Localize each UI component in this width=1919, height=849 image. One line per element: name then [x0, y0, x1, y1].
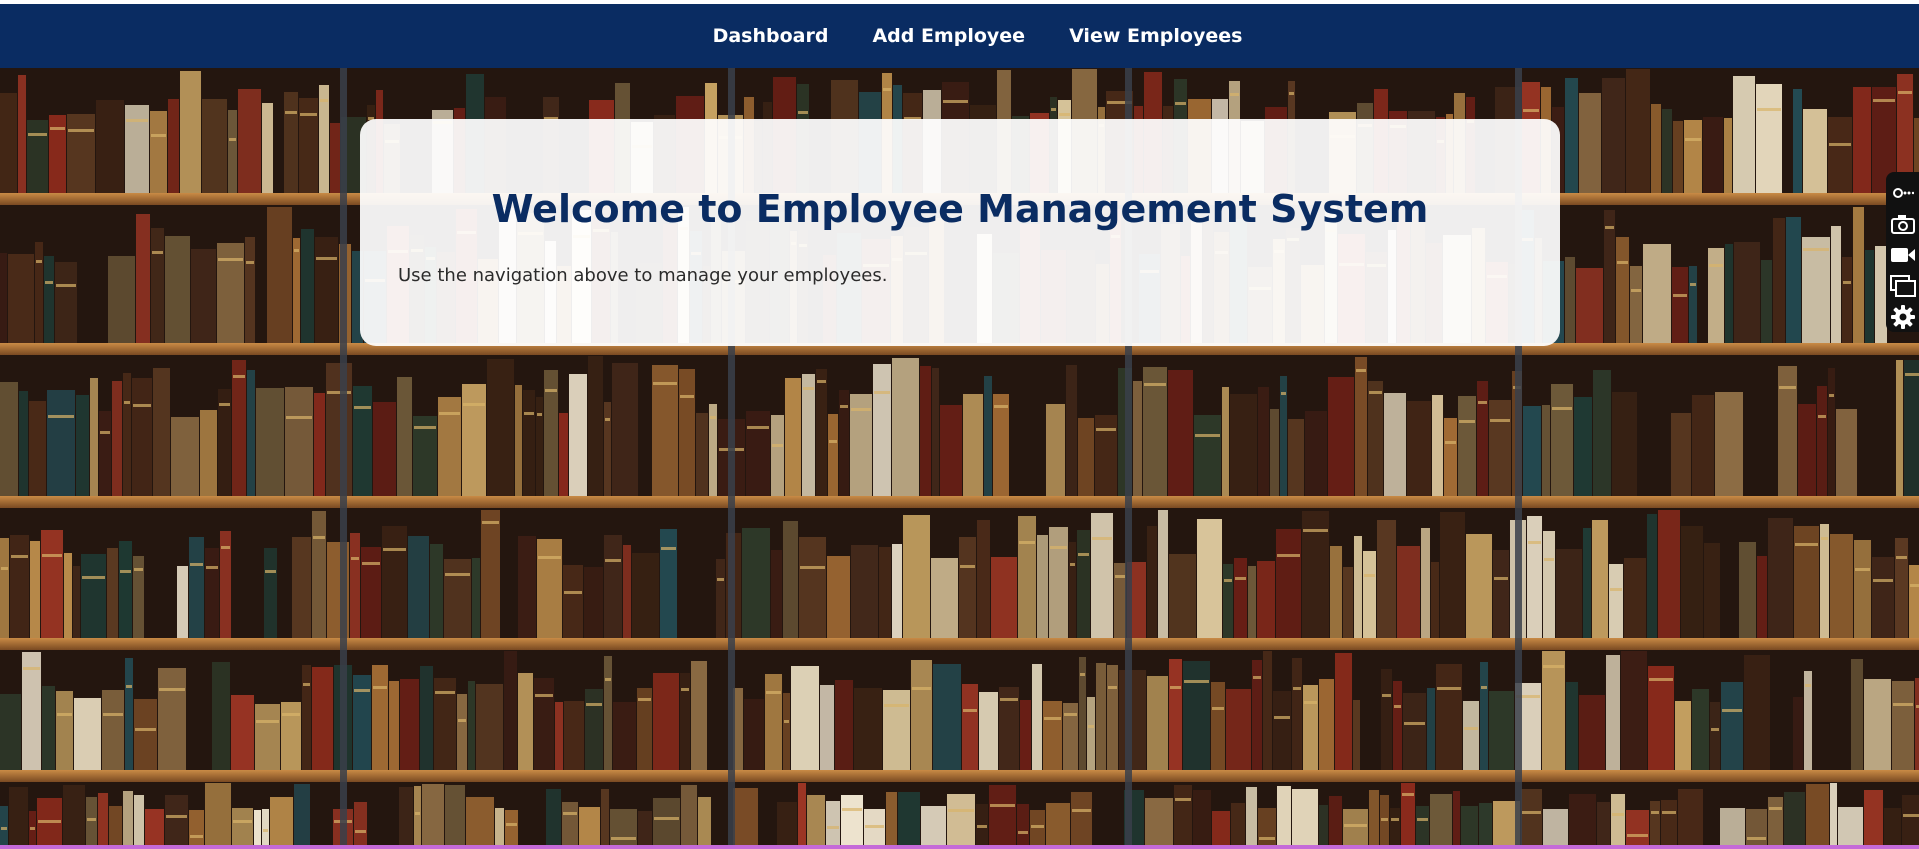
link-icon[interactable]: [1889, 178, 1917, 209]
screen-capture-toolbar: [1886, 172, 1919, 332]
bottom-edge: [0, 845, 1919, 849]
nav-link-view-employees[interactable]: View Employees: [1069, 25, 1242, 47]
gear-icon[interactable]: [1889, 301, 1917, 332]
welcome-message: Use the navigation above to manage your …: [398, 265, 888, 286]
video-camera-icon[interactable]: [1889, 240, 1917, 271]
page-title: Welcome to Employee Management System: [491, 187, 1429, 231]
nav-link-dashboard[interactable]: Dashboard: [713, 25, 829, 47]
top-navbar: Dashboard Add Employee View Employees: [0, 4, 1919, 68]
camera-icon[interactable]: [1889, 209, 1917, 240]
nav-link-add-employee[interactable]: Add Employee: [872, 25, 1025, 47]
welcome-card: Welcome to Employee Management System Us…: [360, 119, 1560, 346]
page: Dashboard Add Employee View Employees We…: [0, 0, 1919, 849]
window-icon[interactable]: [1889, 270, 1917, 301]
